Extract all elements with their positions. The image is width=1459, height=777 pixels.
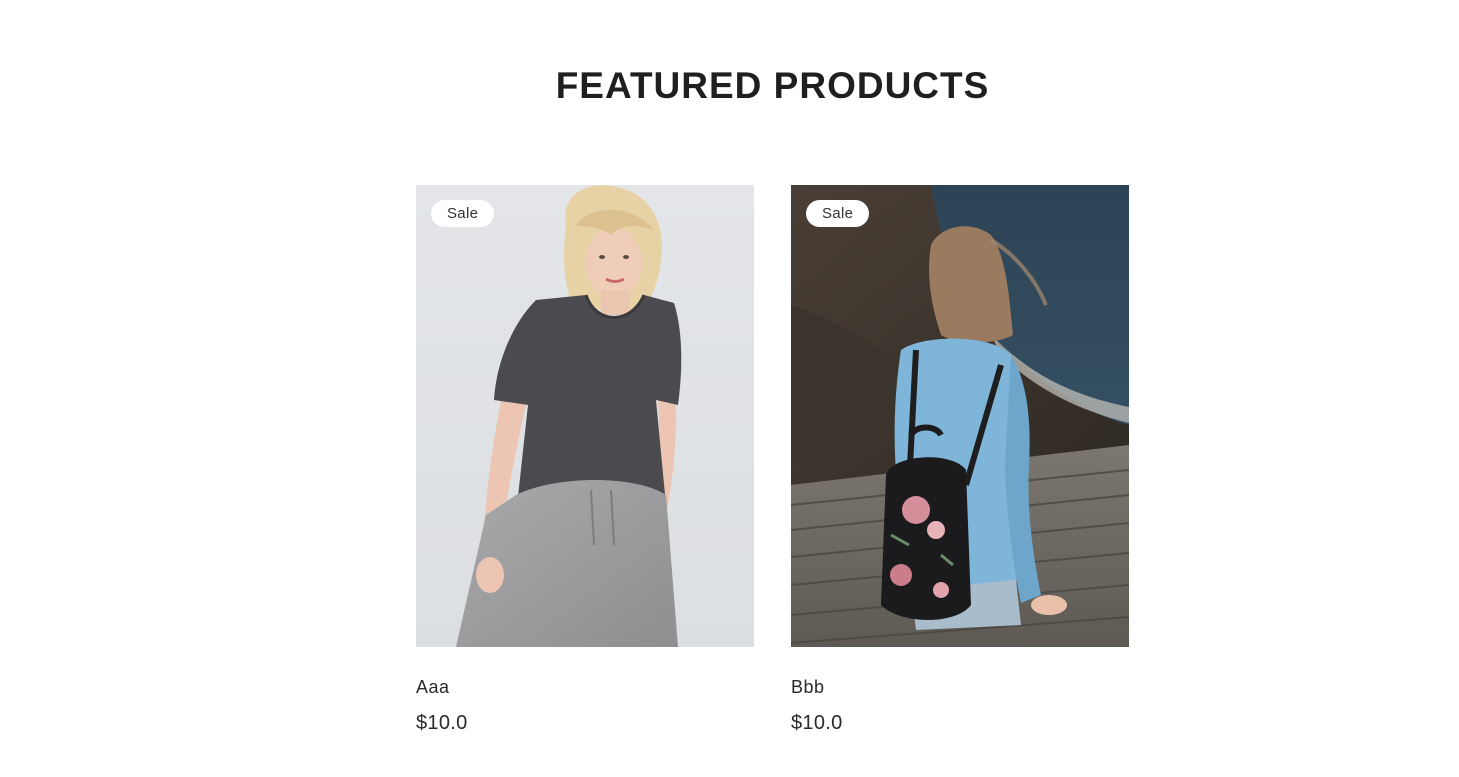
- product-price: $10.0: [416, 712, 468, 734]
- product-name[interactable]: Bbb: [791, 676, 1129, 698]
- featured-products-page: FEATURED PRODUCTS Sale Aaa $10.0 Sale Bb…: [0, 0, 1459, 777]
- sale-badge: Sale: [806, 200, 870, 227]
- product-card[interactable]: Sale Aaa $10.0: [416, 185, 754, 735]
- product-photo-woman-backpack: [791, 185, 1129, 647]
- product-card[interactable]: Sale Bbb $10.0: [791, 185, 1129, 735]
- product-price: $10.0: [791, 712, 843, 734]
- product-photo-woman-tshirt: [416, 185, 754, 647]
- sale-badge: Sale: [431, 200, 495, 227]
- product-image[interactable]: Sale: [416, 185, 754, 647]
- product-name[interactable]: Aaa: [416, 676, 754, 698]
- product-image[interactable]: Sale: [791, 185, 1129, 647]
- section-title: FEATURED PRODUCTS: [555, 65, 990, 106]
